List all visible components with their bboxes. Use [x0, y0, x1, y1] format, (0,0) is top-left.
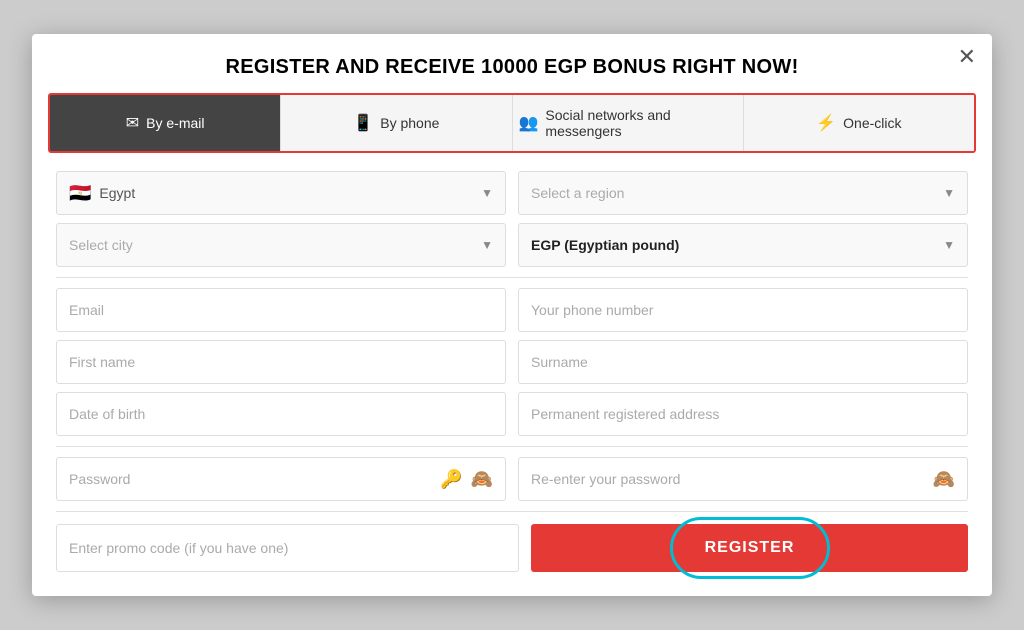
- city-field: Select city ▼: [56, 223, 506, 267]
- registration-tabs: ✉ By e-mail 📱 By phone 👥 Social networks…: [48, 93, 976, 153]
- email-field: [56, 288, 506, 332]
- tab-email[interactable]: ✉ By e-mail: [50, 95, 281, 151]
- password-input[interactable]: [69, 471, 440, 487]
- currency-select[interactable]: EGP (Egyptian pound) ▼: [518, 223, 968, 267]
- chevron-down-icon: ▼: [481, 238, 493, 252]
- modal-title: REGISTER AND RECEIVE 10000 EGP BONUS RIG…: [32, 34, 992, 93]
- tab-email-label: By e-mail: [146, 115, 204, 131]
- password-icons: 🔑 🙈: [440, 469, 493, 490]
- region-field: Select a region ▼: [518, 171, 968, 215]
- phone-field: [518, 288, 968, 332]
- address-field: [518, 392, 968, 436]
- region-select[interactable]: Select a region ▼: [518, 171, 968, 215]
- eye-slash-icon[interactable]: 🙈: [471, 469, 493, 490]
- email-icon: ✉: [126, 113, 139, 133]
- name-row: [56, 340, 968, 384]
- country-value: Egypt: [99, 185, 135, 201]
- repassword-input-wrapper: 🙈: [518, 457, 968, 501]
- surname-input[interactable]: [518, 340, 968, 384]
- register-button[interactable]: REGISTER: [531, 524, 968, 572]
- firstname-field: [56, 340, 506, 384]
- password-row: 🔑 🙈 🙈: [56, 457, 968, 501]
- tab-phone-label: By phone: [380, 115, 439, 131]
- tab-oneclick[interactable]: ⚡ One-click: [744, 95, 974, 151]
- region-placeholder: Select a region: [531, 185, 624, 201]
- social-icon: 👥: [519, 113, 539, 133]
- eye-slash-icon[interactable]: 🙈: [933, 469, 955, 490]
- firstname-input[interactable]: [56, 340, 506, 384]
- registration-form: 🇪🇬 Egypt ▼ Select a region ▼ Select city…: [32, 171, 992, 572]
- repassword-input[interactable]: [531, 471, 933, 487]
- city-currency-row: Select city ▼ EGP (Egyptian pound) ▼: [56, 223, 968, 267]
- city-placeholder: Select city: [69, 237, 133, 253]
- tab-social[interactable]: 👥 Social networks and messengers: [513, 95, 744, 151]
- key-icon: 🔑: [440, 469, 462, 490]
- phone-icon: 📱: [353, 113, 373, 133]
- lightning-icon: ⚡: [816, 113, 836, 133]
- surname-field: [518, 340, 968, 384]
- country-field: 🇪🇬 Egypt ▼: [56, 171, 506, 215]
- country-select[interactable]: 🇪🇬 Egypt ▼: [56, 171, 506, 215]
- repassword-field: 🙈: [518, 457, 968, 501]
- chevron-down-icon: ▼: [943, 238, 955, 252]
- divider-2: [56, 446, 968, 447]
- phone-input[interactable]: [518, 288, 968, 332]
- close-button[interactable]: ✕: [958, 46, 976, 68]
- register-button-wrapper: REGISTER: [531, 524, 968, 572]
- repassword-icons: 🙈: [933, 469, 955, 490]
- bottom-row: REGISTER: [56, 524, 968, 572]
- dob-address-row: [56, 392, 968, 436]
- chevron-down-icon: ▼: [481, 186, 493, 200]
- city-select[interactable]: Select city ▼: [56, 223, 506, 267]
- divider-1: [56, 277, 968, 278]
- password-input-wrapper: 🔑 🙈: [56, 457, 506, 501]
- tab-oneclick-label: One-click: [843, 115, 901, 131]
- country-region-row: 🇪🇬 Egypt ▼ Select a region ▼: [56, 171, 968, 215]
- tab-phone[interactable]: 📱 By phone: [281, 95, 512, 151]
- password-field: 🔑 🙈: [56, 457, 506, 501]
- dob-input[interactable]: [56, 392, 506, 436]
- registration-modal: ✕ REGISTER AND RECEIVE 10000 EGP BONUS R…: [32, 34, 992, 596]
- promo-input[interactable]: [56, 524, 519, 572]
- currency-value: EGP (Egyptian pound): [531, 237, 679, 253]
- currency-field: EGP (Egyptian pound) ▼: [518, 223, 968, 267]
- dob-field: [56, 392, 506, 436]
- chevron-down-icon: ▼: [943, 186, 955, 200]
- divider-3: [56, 511, 968, 512]
- email-phone-row: [56, 288, 968, 332]
- email-input[interactable]: [56, 288, 506, 332]
- address-input[interactable]: [518, 392, 968, 436]
- country-flag: 🇪🇬: [69, 183, 91, 204]
- tab-social-label: Social networks and messengers: [545, 107, 736, 139]
